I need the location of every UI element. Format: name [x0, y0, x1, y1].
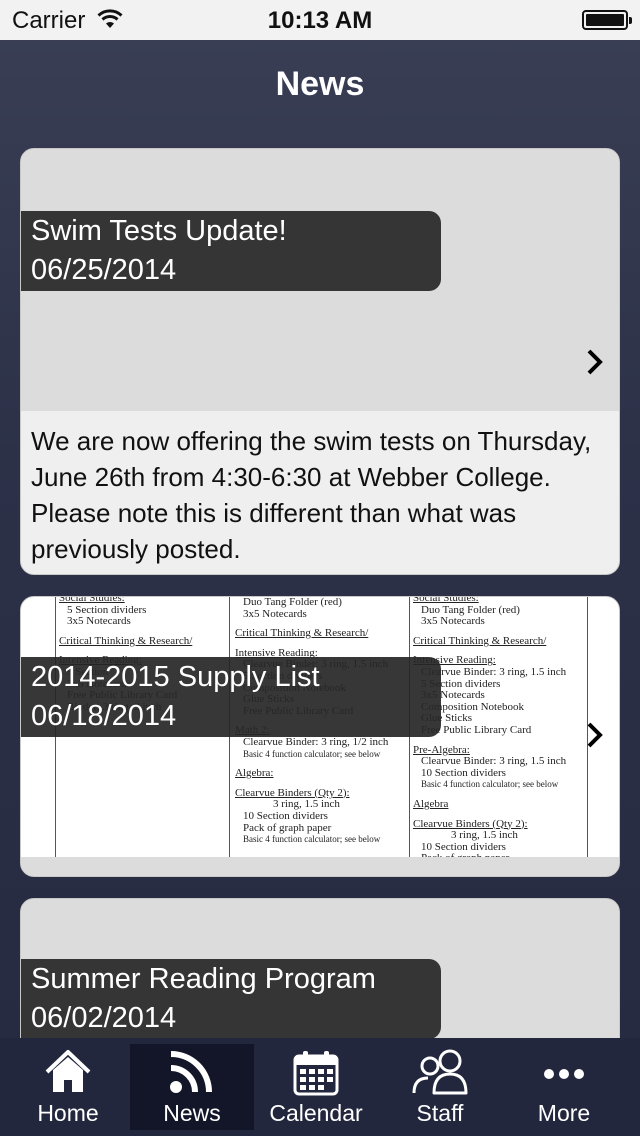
card-date: 06/18/2014 [31, 700, 177, 732]
news-card[interactable]: Summer Reading Program 06/02/2014 [20, 898, 620, 1038]
card-caption: 2014-2015 Supply List 06/18/2014 [21, 657, 441, 737]
supply-line: Basic 4 function calculator; see below [421, 779, 559, 790]
supply-line: 10 Section dividers [243, 809, 328, 822]
calendar-icon [293, 1051, 339, 1096]
tab-calendar[interactable]: Calendar [254, 1044, 378, 1130]
home-icon [45, 1050, 91, 1092]
card-title: 2014-2015 Supply List [31, 661, 320, 693]
supply-line: 3x5 Notecards [421, 615, 485, 628]
supply-line: 3x5 Notecards [243, 607, 307, 620]
news-card[interactable]: Swim Tests Update! 06/25/2014 We are now… [20, 148, 620, 575]
chevron-right-icon[interactable] [583, 721, 607, 749]
supply-line: Pack of graph paper [243, 821, 332, 834]
tab-label: Staff [416, 1100, 464, 1126]
tab-bar: Home News Calendar Staff More [0, 1038, 640, 1136]
supply-line: Pack of graph paper [413, 853, 585, 857]
page-title: News [275, 65, 365, 103]
clock: 10:13 AM [267, 7, 373, 34]
supply-line: Clearvue Binder: 3 ring, 1/2 inch [243, 735, 389, 748]
card-caption: Swim Tests Update! 06/25/2014 [21, 211, 441, 291]
tab-label: More [537, 1100, 591, 1126]
tab-label: Home [37, 1100, 99, 1126]
supply-line: 3 ring, 1.5 inch [451, 829, 518, 842]
supply-line: Critical Thinking & Research/ [235, 627, 369, 640]
more-icon [544, 1069, 584, 1079]
card-caption: Summer Reading Program 06/02/2014 [21, 959, 441, 1038]
supply-line: Basic 4 function calculator; see below [243, 748, 381, 759]
tab-label: Calendar [269, 1100, 363, 1126]
supply-line: Critical Thinking & Research/ [413, 634, 547, 647]
card-body: We are now offering the swim tests on Th… [21, 411, 619, 574]
supply-line: Basic 4 function calculator; see below [243, 834, 381, 845]
tab-staff[interactable]: Staff [378, 1044, 502, 1130]
battery-icon [582, 10, 632, 30]
supply-line: 10 Section dividers [421, 766, 506, 779]
status-bar: Carrier 10:13 AM [0, 0, 640, 40]
people-icon [412, 1049, 468, 1095]
supply-line: Algebra [413, 797, 449, 810]
supply-line: Algebra: [235, 767, 274, 780]
card-title: Summer Reading Program [31, 963, 376, 995]
card-title: Swim Tests Update! [31, 215, 287, 247]
tab-news[interactable]: News [130, 1044, 254, 1130]
card-date: 06/02/2014 [31, 1002, 177, 1034]
supply-line: Critical Thinking & Research/ [59, 634, 193, 647]
chevron-right-icon[interactable] [583, 348, 607, 376]
news-feed[interactable]: Swim Tests Update! 06/25/2014 We are now… [0, 128, 640, 1038]
supply-line: 3x5 Notecards [67, 615, 131, 628]
tab-more[interactable]: More [502, 1044, 626, 1130]
card-date: 06/25/2014 [31, 254, 177, 286]
rss-icon [170, 1051, 212, 1093]
news-card[interactable]: Social Studies: 5 Section dividers 3x5 Not… [20, 596, 620, 877]
supply-line: Duo Tang Folder (red) [243, 597, 342, 608]
tab-label: News [163, 1100, 221, 1126]
supply-line: Clearvue Binder: 3 ring, 1.5 inch [421, 755, 567, 768]
tab-home[interactable]: Home [6, 1044, 130, 1130]
